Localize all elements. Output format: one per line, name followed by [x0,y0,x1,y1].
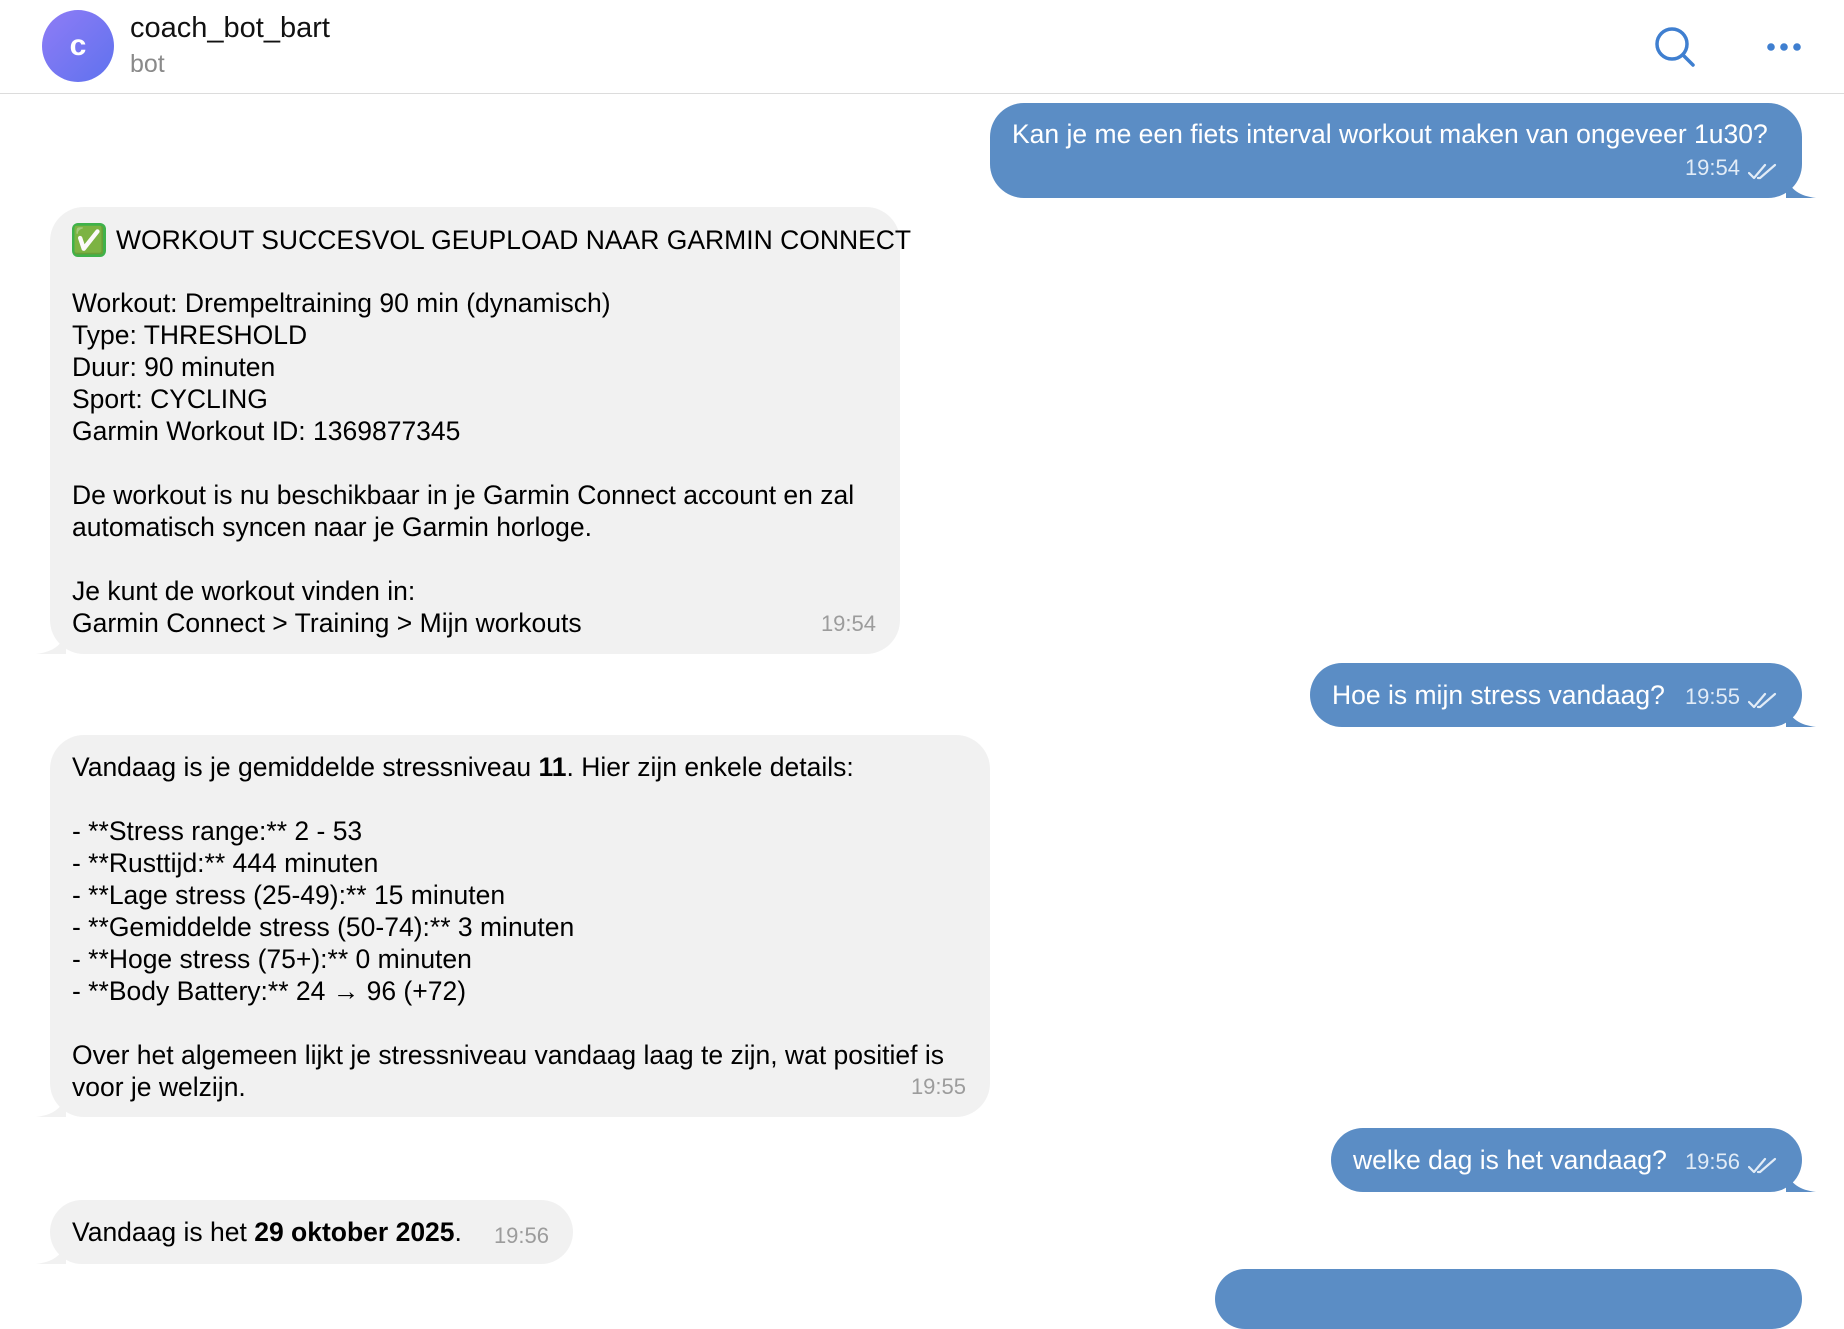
workout-footer: Je kunt de workout vinden in: Garmin Con… [72,576,582,638]
bubble-tail [1786,176,1816,198]
search-button[interactable] [1648,20,1704,76]
stress-details-list: - **Stress range:** 2 - 53 - **Rusttijd:… [72,816,575,1006]
heading-text: WORKOUT SUCCESVOL GEUPLOAD NAAR GARMIN C… [116,225,912,255]
message-time: 19:54 [1684,155,1740,180]
message-time: 19:56 [493,1223,549,1248]
intro-text: Vandaag is je gemiddelde stressniveau [72,752,539,782]
chat-subtitle: bot [130,50,165,78]
bubble-tail [36,1242,66,1264]
message-incoming[interactable]: Vandaag is je gemiddelde stressniveau 11… [36,735,990,1117]
workout-heading: ✅ WORKOUT SUCCESVOL GEUPLOAD NAAR GARMIN … [72,223,911,257]
message-incoming[interactable]: ✅ WORKOUT SUCCESVOL GEUPLOAD NAAR GARMIN … [36,207,911,654]
date-text: Vandaag is het [72,1217,255,1247]
message-outgoing[interactable]: welke dag is het vandaag? 19:56 [1331,1128,1816,1192]
chat-header: c coach_bot_bart bot [0,0,1844,94]
message-time: 19:54 [820,611,876,636]
double-check-icon [1748,1157,1777,1174]
double-check-icon [1748,692,1777,709]
message-time: 19:55 [910,1074,966,1099]
message-time: 19:56 [1684,1149,1740,1174]
bubble-tail [1786,705,1816,727]
bubble-tail [36,632,66,654]
bubble-tail [1786,1170,1816,1192]
message-incoming[interactable]: Vandaag is het 29 oktober 2025. 19:56 [36,1200,573,1264]
message-outgoing-partial[interactable] [1215,1269,1802,1329]
bubble-tail [36,1095,66,1117]
avatar[interactable]: c [42,10,114,82]
more-options-button[interactable] [1756,20,1812,76]
message-outgoing[interactable]: Kan je me een fiets interval workout mak… [990,103,1816,198]
chat-title[interactable]: coach_bot_bart [130,12,330,45]
double-check-icon [1748,163,1777,180]
check-mark-icon: ✅ [72,223,106,257]
date-value: 29 oktober 2025 [254,1217,455,1247]
search-icon [1655,27,1695,67]
message-text: Hoe is mijn stress vandaag? [1332,680,1665,710]
workout-body: De workout is nu beschikbaar in je Garmi… [72,480,855,542]
stress-intro: Vandaag is je gemiddelde stressniveau 11… [72,751,854,783]
message-text: welke dag is het vandaag? [1353,1145,1667,1175]
intro-text-end: . Hier zijn enkele details: [566,752,854,782]
message-text: Vandaag is het 29 oktober 2025. [72,1216,462,1248]
message-text: Kan je me een fiets interval workout mak… [1012,119,1768,149]
more-horizontal-icon [1767,43,1801,51]
stress-summary: Over het algemeen lijkt je stressniveau … [72,1040,945,1102]
message-time: 19:55 [1684,684,1740,709]
date-text-end: . [454,1217,462,1247]
stress-level: 11 [538,752,567,782]
workout-details: Workout: Drempeltraining 90 min (dynamis… [72,288,611,446]
message-outgoing[interactable]: Hoe is mijn stress vandaag? 19:55 [1310,663,1816,727]
